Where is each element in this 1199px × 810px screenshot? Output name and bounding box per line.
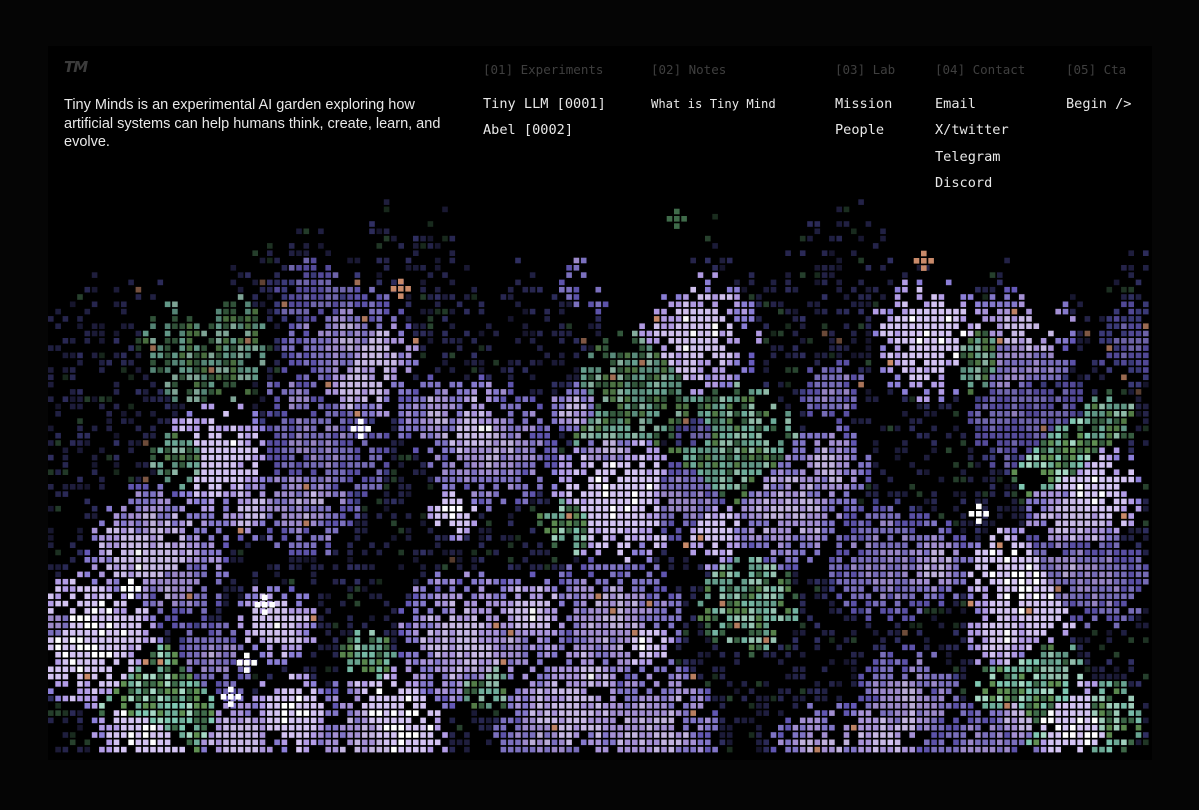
nav-link-what-is-tiny-mind[interactable]: What is Tiny Mind — [651, 96, 776, 122]
nav-link-x-twitter[interactable]: X/twitter — [935, 122, 1025, 148]
nav-link-email[interactable]: Email — [935, 96, 1025, 122]
logo[interactable]: TM — [64, 58, 88, 76]
nav-column-experiments: [01] Experiments Tiny LLM [0001] Abel [0… — [483, 62, 606, 149]
nav-column-cta: [05] Cta Begin /> — [1066, 62, 1131, 122]
nav-heading-notes: [02] Notes — [651, 62, 727, 77]
begin-button[interactable]: Begin /> — [1066, 96, 1131, 122]
nav-link-tiny-llm[interactable]: Tiny LLM [0001] — [483, 96, 606, 122]
nav-column-notes: [02] Notes What is Tiny Mind — [651, 62, 776, 122]
nav-link-abel[interactable]: Abel [0002] — [483, 122, 606, 148]
nav-column-lab: [03] Lab Mission People — [835, 62, 895, 149]
nav-heading-cta: [05] Cta — [1066, 62, 1127, 77]
nav-column-contact: [04] Contact Email X/twitter Telegram Di… — [935, 62, 1025, 201]
nav-link-mission[interactable]: Mission — [835, 96, 895, 122]
nav-heading-contact: [04] Contact — [935, 62, 1026, 77]
nav-link-discord[interactable]: Discord — [935, 175, 1025, 201]
nav-heading-experiments: [01] Experiments — [483, 62, 604, 77]
nav-link-telegram[interactable]: Telegram — [935, 149, 1025, 175]
tagline: Tiny Minds is an experimental AI garden … — [64, 97, 441, 150]
nav-link-people[interactable]: People — [835, 122, 895, 148]
nav-heading-lab: [03] Lab — [835, 62, 896, 77]
